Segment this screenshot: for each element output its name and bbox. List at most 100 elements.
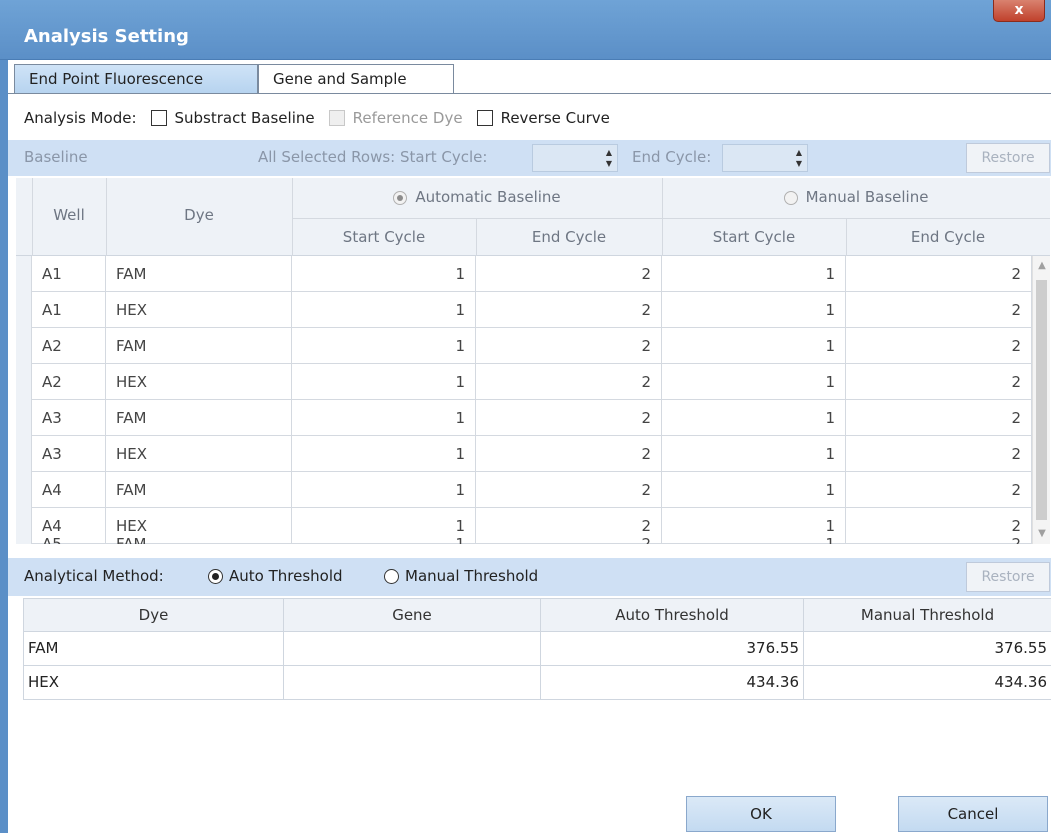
col-well: Well [53,206,85,224]
table-row[interactable]: A1 FAM 1 2 1 2 [16,256,1032,292]
row-header[interactable] [16,256,32,292]
scroll-up-icon[interactable]: ▲ [1033,256,1051,276]
row-header[interactable] [16,328,32,364]
baseline-grid[interactable]: A1 FAM 1 2 1 2 A1 HEX 1 2 1 2 A2 FAM 1 2… [16,256,1032,544]
col-auto-end-cycle: End Cycle [531,228,607,246]
manual-end-cell[interactable]: 2 [846,328,1032,364]
end-cycle-label: End Cycle: [632,148,712,166]
baseline-restore-button[interactable]: Restore [966,143,1050,173]
auto-start-cell[interactable]: 1 [292,328,476,364]
auto-start-cell[interactable]: 1 [292,364,476,400]
table-row[interactable]: A5 FAM 1 2 1 2 [16,526,1032,544]
auto-end-cell[interactable]: 2 [476,400,662,436]
row-header[interactable] [16,364,32,400]
manual-start-cell[interactable]: 1 [662,256,846,292]
manual-threshold-cell[interactable]: 434.36 [804,666,1051,700]
manual-threshold-cell[interactable]: 376.55 [804,632,1051,666]
row-header[interactable] [16,400,32,436]
auto-start-cell[interactable]: 1 [292,256,476,292]
row-header[interactable] [16,292,32,328]
auto-end-cell[interactable]: 2 [476,364,662,400]
table-row[interactable]: A2 HEX 1 2 1 2 [16,364,1032,400]
col-gene: Gene [284,599,541,633]
table-row[interactable]: A3 FAM 1 2 1 2 [16,400,1032,436]
manual-start-cell[interactable]: 1 [662,364,846,400]
tab-divider [8,93,1051,94]
dye-cell: FAM [24,632,284,666]
auto-end-cell[interactable]: 2 [476,436,662,472]
manual-end-cell[interactable]: 2 [846,436,1032,472]
tab-gene-and-sample[interactable]: Gene and Sample [258,64,454,94]
start-cycle-spinner[interactable]: ▲ ▼ [532,144,618,172]
spinner-arrows-icon[interactable]: ▲ ▼ [793,147,805,169]
well-cell: A3 [32,400,106,436]
gene-cell [284,666,541,700]
table-row[interactable]: HEX 434.36 434.36 [24,666,1051,700]
manual-end-cell[interactable]: 2 [846,256,1032,292]
auto-end-cell[interactable]: 2 [476,256,662,292]
manual-end-cell[interactable]: 2 [846,472,1032,508]
analysis-mode-row: Analysis Mode: Substract Baseline Refere… [8,100,1051,136]
dye-cell: FAM [106,526,292,544]
auto-threshold-radio[interactable] [208,569,223,584]
ok-button[interactable]: OK [686,796,836,832]
close-button[interactable]: x [993,0,1045,22]
auto-end-cell[interactable]: 2 [476,328,662,364]
cancel-button[interactable]: Cancel [898,796,1048,832]
manual-start-cell[interactable]: 1 [662,472,846,508]
title-bar: Analysis Setting x [0,0,1051,60]
well-cell: A4 [32,472,106,508]
manual-end-cell[interactable]: 2 [846,526,1032,544]
scroll-down-icon[interactable]: ▼ [1033,524,1051,544]
manual-end-cell[interactable]: 2 [846,292,1032,328]
well-cell: A5 [32,526,106,544]
auto-threshold-option[interactable]: Auto Threshold [208,567,343,585]
auto-start-cell[interactable]: 1 [292,436,476,472]
manual-start-cell[interactable]: 1 [662,436,846,472]
auto-threshold-label[interactable]: Auto Threshold [229,567,343,585]
spinner-arrows-icon[interactable]: ▲ ▼ [603,147,615,169]
manual-threshold-label[interactable]: Manual Threshold [405,567,538,585]
baseline-grid-scrollbar[interactable]: ▲ ▼ [1032,256,1050,544]
manual-start-cell[interactable]: 1 [662,328,846,364]
threshold-restore-button[interactable]: Restore [966,562,1050,592]
manual-start-cell[interactable]: 1 [662,292,846,328]
table-row[interactable]: A2 FAM 1 2 1 2 [16,328,1032,364]
auto-end-cell[interactable]: 2 [476,526,662,544]
substract-baseline-label[interactable]: Substract Baseline [175,109,315,127]
reverse-curve-label[interactable]: Reverse Curve [501,109,610,127]
manual-baseline-label: Manual Baseline [805,188,929,206]
manual-threshold-option[interactable]: Manual Threshold [384,567,538,585]
automatic-baseline-label: Automatic Baseline [415,188,561,206]
dye-cell: FAM [106,472,292,508]
auto-end-cell[interactable]: 2 [476,292,662,328]
table-row[interactable]: A4 FAM 1 2 1 2 [16,472,1032,508]
manual-start-cell[interactable]: 1 [662,526,846,544]
end-cycle-spinner[interactable]: ▲ ▼ [722,144,808,172]
auto-end-cell[interactable]: 2 [476,472,662,508]
dye-cell: FAM [106,256,292,292]
reverse-curve-checkbox[interactable] [476,110,493,126]
threshold-table-header: Dye Gene Auto Threshold Manual Threshold [24,598,1051,633]
manual-threshold-radio[interactable] [384,569,399,584]
auto-start-cell[interactable]: 1 [292,292,476,328]
baseline-label: Baseline [24,148,88,166]
tab-end-point-fluorescence[interactable]: End Point Fluorescence [14,64,258,94]
auto-start-cell[interactable]: 1 [292,526,476,544]
dye-cell: FAM [106,400,292,436]
row-header[interactable] [16,472,32,508]
auto-start-cell[interactable]: 1 [292,400,476,436]
dye-cell: HEX [106,292,292,328]
manual-end-cell[interactable]: 2 [846,400,1032,436]
auto-start-cell[interactable]: 1 [292,472,476,508]
table-row[interactable]: A1 HEX 1 2 1 2 [16,292,1032,328]
gene-cell [284,632,541,666]
row-header[interactable] [16,526,32,544]
manual-end-cell[interactable]: 2 [846,364,1032,400]
substract-baseline-checkbox[interactable] [150,110,167,126]
scrollbar-thumb[interactable] [1036,280,1047,520]
manual-start-cell[interactable]: 1 [662,400,846,436]
table-row[interactable]: FAM 376.55 376.55 [24,632,1051,666]
row-header[interactable] [16,436,32,472]
table-row[interactable]: A3 HEX 1 2 1 2 [16,436,1032,472]
